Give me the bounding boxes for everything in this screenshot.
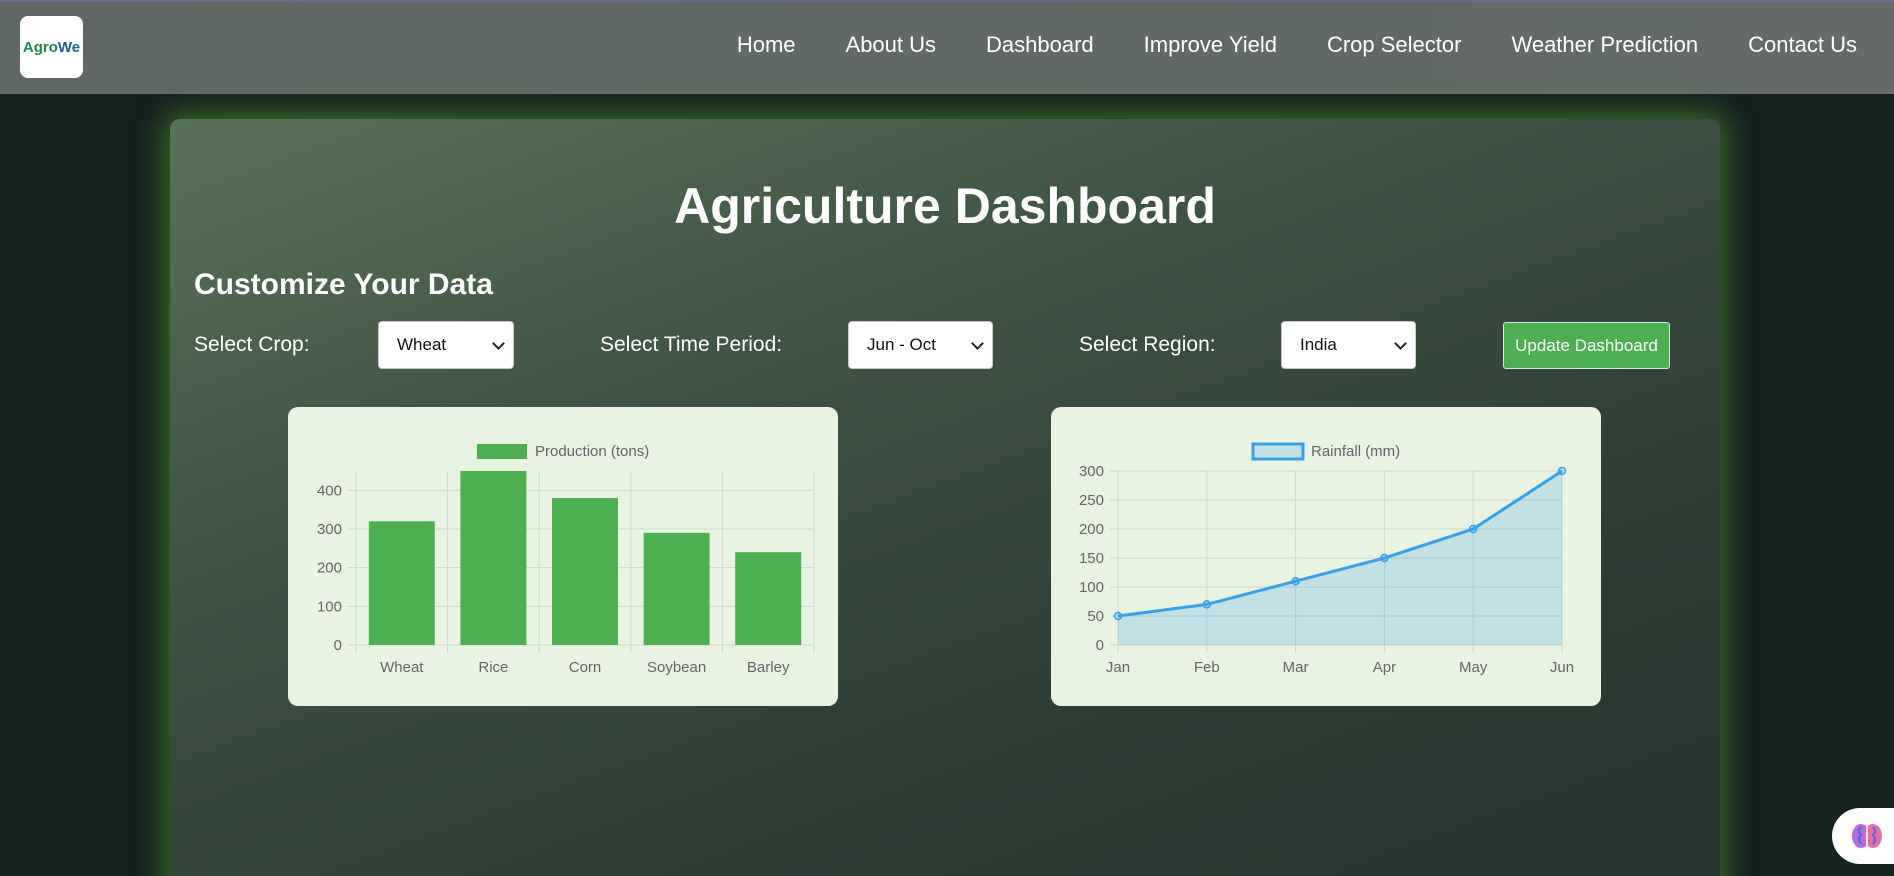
x-tick-label: Feb [1194, 659, 1220, 676]
y-tick-label: 300 [317, 521, 342, 538]
time-period-select-value: Jun - Oct [867, 335, 936, 354]
legend-swatch [1251, 442, 1305, 461]
y-tick-label: 250 [1079, 492, 1104, 509]
legend-label: Rainfall (mm) [1311, 443, 1400, 460]
time-period-select[interactable]: Jun - Oct [848, 321, 993, 369]
nav-link-dashboard[interactable]: Dashboard [986, 32, 1094, 58]
logo-text-agro: Agro [22, 38, 58, 56]
y-tick-label: 50 [1087, 608, 1104, 625]
x-tick-label: Corn [569, 659, 602, 676]
bar-corn [552, 498, 618, 645]
bar-wheat [368, 521, 435, 645]
top-navbar: Agro We Home About Us Dashboard Improve Y… [0, 0, 1894, 94]
chevron-down-icon [1394, 337, 1407, 350]
bar-rice [460, 471, 527, 645]
x-tick-label: May [1459, 659, 1488, 676]
region-select-value: India [1300, 335, 1337, 354]
time-period-label: Select Time Period: [600, 333, 783, 356]
y-tick-label: 400 [317, 482, 342, 499]
point-mar [1291, 576, 1300, 586]
nav-link-weather-prediction[interactable]: Weather Prediction [1511, 32, 1698, 58]
rainfall-chart-card: Rainfall (mm) 0 50 100 150 200 250 300 Jan Feb Mar… [1051, 407, 1601, 706]
y-tick-label: 0 [334, 637, 342, 654]
bar-soybean [643, 532, 710, 645]
rainfall-line-chart: Rainfall (mm) 0 50 100 150 200 250 300 Jan Feb Mar… [1079, 442, 1574, 676]
y-tick-label: 100 [1079, 579, 1104, 596]
crop-select-value: Wheat [397, 335, 447, 354]
production-chart-card: Production (tons) 0 100 200 300 400 Wheat Rice C… [288, 407, 838, 706]
page-title: Agriculture Dashboard [674, 178, 1216, 234]
legend-label: Production (tons) [535, 443, 649, 460]
x-tick-label: Barley [747, 659, 790, 676]
y-tick-label: 0 [1096, 637, 1104, 654]
legend-swatch [477, 444, 527, 459]
x-tick-label: Mar [1283, 659, 1309, 676]
nav-links: Home About Us Dashboard Improve Yield Cr… [737, 32, 1857, 58]
point-jan [1113, 611, 1123, 621]
update-dashboard-button[interactable]: Update Dashboard [1503, 322, 1670, 369]
region-select[interactable]: India [1281, 321, 1416, 369]
x-tick-label: Jun [1550, 659, 1574, 676]
x-tick-label: Wheat [380, 659, 424, 676]
brain-icon [1852, 824, 1882, 848]
chevron-down-icon [971, 337, 984, 350]
nav-link-improve-yield[interactable]: Improve Yield [1144, 32, 1277, 58]
point-may [1468, 524, 1478, 534]
assistant-button[interactable] [1832, 808, 1894, 864]
x-tick-label: Jan [1106, 659, 1130, 676]
y-tick-label: 200 [1079, 521, 1104, 538]
nav-link-contact-us[interactable]: Contact Us [1748, 32, 1857, 58]
point-feb [1202, 600, 1212, 609]
x-tick-label: Soybean [647, 659, 706, 676]
crop-select[interactable]: Wheat [378, 321, 514, 369]
y-tick-label: 200 [317, 560, 342, 577]
crop-label: Select Crop: [194, 333, 310, 356]
point-jun [1557, 466, 1567, 476]
chevron-down-icon [492, 337, 505, 350]
production-bar-chart: Production (tons) 0 100 200 300 400 Wheat Rice C… [317, 443, 815, 676]
nav-link-home[interactable]: Home [737, 32, 796, 58]
x-tick-label: Apr [1373, 659, 1396, 676]
nav-link-crop-selector[interactable]: Crop Selector [1327, 32, 1462, 58]
y-tick-label: 150 [1079, 550, 1104, 567]
dashboard-panel: Agriculture Dashboard Customize Your Dat… [170, 119, 1720, 876]
bar-barley [735, 552, 802, 645]
point-apr [1380, 553, 1389, 563]
section-title: Customize Your Data [194, 268, 493, 301]
nav-link-about-us[interactable]: About Us [846, 32, 937, 58]
x-tick-label: Rice [478, 659, 508, 676]
y-tick-label: 100 [317, 598, 342, 615]
y-tick-label: 300 [1079, 463, 1104, 480]
agrowe-logo[interactable]: Agro We [20, 16, 83, 78]
region-label: Select Region: [1079, 333, 1216, 356]
logo-text-we: We [57, 38, 81, 56]
